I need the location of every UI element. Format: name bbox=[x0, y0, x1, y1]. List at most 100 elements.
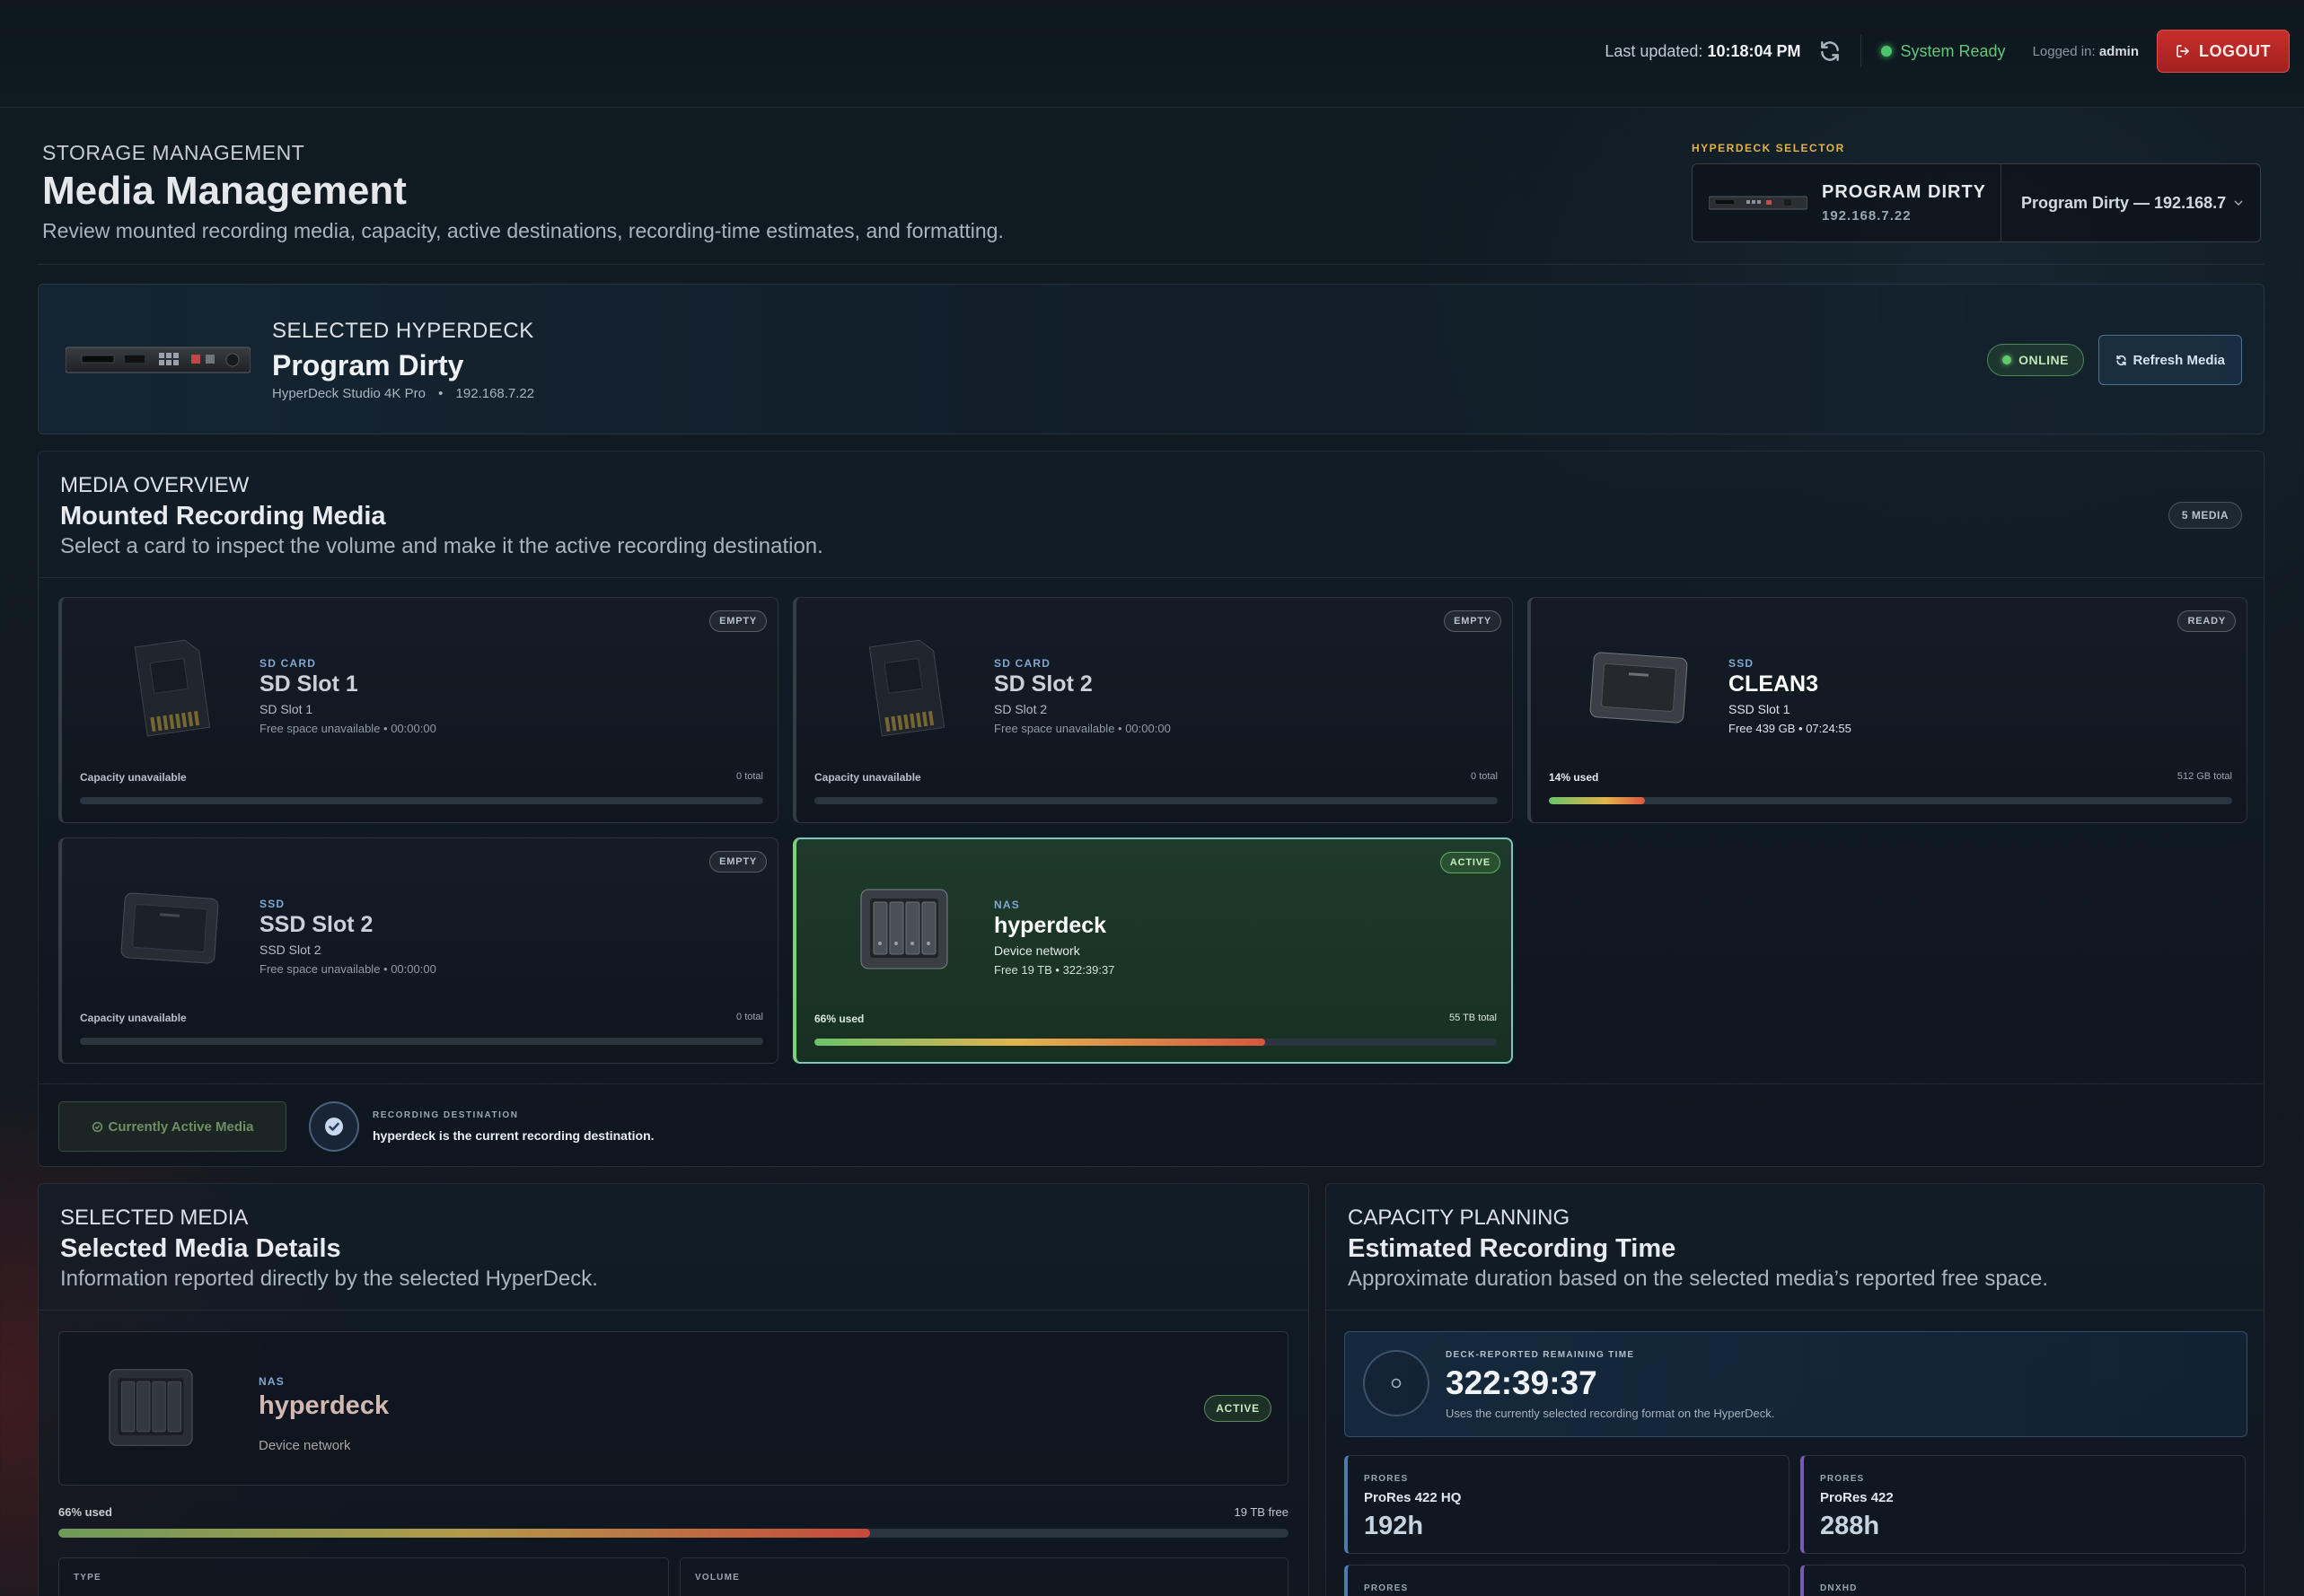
selected-media-free: 19 TB free bbox=[1234, 1505, 1288, 1519]
media-type-label: TYPE bbox=[74, 1573, 101, 1583]
media-free-space: Free 439 GB • 07:24:55 bbox=[1728, 722, 1851, 735]
media-usage-bar bbox=[814, 1039, 1497, 1046]
selected-hyperdeck-model: HyperDeck Studio 4K Pro bbox=[272, 386, 426, 401]
media-card-ssd-slot-2[interactable]: EMPTY SSD SSD Slot 2 SSD Slot 2 Free spa… bbox=[58, 837, 778, 1064]
hyperdeck-selector[interactable]: PROGRAM DIRTY 192.168.7.22 Program Dirty… bbox=[1692, 163, 2261, 242]
media-kind: SSD bbox=[259, 898, 286, 910]
page-subtitle: Review mounted recording media, capacity… bbox=[42, 219, 1004, 242]
media-card-clean3[interactable]: READY SSD CLEAN3 SSD Slot 1 Free 439 GB … bbox=[1527, 597, 2247, 823]
selected-media-usage-fill bbox=[58, 1529, 871, 1538]
selected-media-name: hyperdeck bbox=[259, 1391, 390, 1420]
selected-media-eyebrow: SELECTED MEDIA bbox=[60, 1206, 249, 1230]
nas-drive-icon bbox=[106, 1364, 196, 1454]
top-bar-status-group: Last updated: 10:18:04 PM System Ready L… bbox=[1605, 30, 2290, 73]
media-overview-title: Mounted Recording Media bbox=[60, 502, 386, 531]
media-card-sd-slot-2[interactable]: EMPTY SD CARD SD Slot 2 SD Slot 2 Free s… bbox=[793, 597, 1513, 823]
meta-separator: • bbox=[438, 386, 444, 401]
logged-in-info: Logged in: admin bbox=[2032, 43, 2139, 59]
selected-media-usage-bar bbox=[58, 1529, 1288, 1538]
media-total: 0 total bbox=[736, 1012, 763, 1022]
media-free-space: Free space unavailable • 00:00:00 bbox=[259, 722, 436, 735]
check-circle-icon bbox=[92, 1121, 102, 1132]
selected-media-used: 66% used bbox=[58, 1505, 112, 1519]
hyperdeck-selector-ip: 192.168.7.22 bbox=[1822, 208, 1912, 224]
media-capacity-label: Capacity unavailable bbox=[80, 771, 187, 784]
currently-active-media-label: Currently Active Media bbox=[108, 1118, 254, 1135]
media-card-hyperdeck[interactable]: ACTIVE NAS hyperdeck Device network Free… bbox=[793, 837, 1513, 1064]
hyperdeck-select-dropdown[interactable]: Program Dirty — 192.168.7 bbox=[2001, 164, 2260, 241]
format-name: ProRes 422 bbox=[1820, 1490, 1894, 1505]
remaining-time-card: DECK-REPORTED REMAINING TIME 322:39:37 U… bbox=[1344, 1331, 2247, 1437]
hyperdeck-selector-name: PROGRAM DIRTY bbox=[1822, 182, 1986, 202]
recording-destination-text: hyperdeck is the current recording desti… bbox=[373, 1128, 655, 1143]
media-slot: Device network bbox=[994, 943, 1080, 958]
online-dot bbox=[2002, 355, 2012, 364]
media-usage-fill bbox=[1549, 797, 1645, 804]
format-card-dnxhd: DNXHD bbox=[1800, 1565, 2246, 1596]
refresh-media-button[interactable]: Refresh Media bbox=[2098, 335, 2242, 385]
media-usage-fill bbox=[814, 1039, 1265, 1046]
format-duration: 288h bbox=[1820, 1512, 1880, 1540]
hyperdeck-device-image bbox=[66, 346, 251, 373]
ssd-drive-icon bbox=[1576, 625, 1702, 750]
recording-destination-label: RECORDING DESTINATION bbox=[373, 1110, 519, 1120]
capacity-planning-panel: CAPACITY PLANNING Estimated Recording Ti… bbox=[1325, 1183, 2264, 1596]
overview-bottom-divider bbox=[39, 1083, 2264, 1084]
selected-hyperdeck-eyebrow: SELECTED HYPERDECK bbox=[272, 319, 534, 343]
page-title: Media Management bbox=[42, 169, 407, 213]
selected-media-subtitle: Information reported directly by the sel… bbox=[60, 1267, 598, 1291]
media-card-sd-slot-1[interactable]: EMPTY SD CARD SD Slot 1 SD Slot 1 Free s… bbox=[58, 597, 778, 823]
media-count-badge: 5 MEDIA bbox=[2168, 502, 2242, 529]
selected-media-title: Selected Media Details bbox=[60, 1234, 341, 1263]
media-usage-bar bbox=[814, 797, 1498, 804]
media-volume-label: VOLUME bbox=[695, 1573, 740, 1583]
last-updated-time: 10:18:04 PM bbox=[1707, 41, 1801, 60]
system-status-dot bbox=[1880, 46, 1892, 57]
media-usage-bar bbox=[80, 797, 763, 804]
media-name: hyperdeck bbox=[994, 913, 1107, 938]
media-status-badge: EMPTY bbox=[1444, 610, 1501, 632]
media-status-badge: EMPTY bbox=[709, 851, 767, 873]
refresh-icon[interactable] bbox=[1817, 39, 1842, 64]
media-capacity-label: Capacity unavailable bbox=[814, 771, 921, 784]
media-total: 512 GB total bbox=[2176, 771, 2232, 782]
media-name: SD Slot 1 bbox=[259, 671, 358, 697]
overview-divider bbox=[39, 577, 2264, 578]
media-total: 0 total bbox=[736, 771, 763, 782]
timer-icon bbox=[1363, 1350, 1429, 1416]
media-kind: NAS bbox=[994, 899, 1020, 911]
media-overview-panel: MEDIA OVERVIEW Mounted Recording Media S… bbox=[38, 451, 2264, 1167]
media-slot: SD Slot 1 bbox=[259, 702, 313, 716]
format-card-prores-422-hq: PRORES ProRes 422 HQ 192h bbox=[1344, 1455, 1790, 1554]
chevron-down-icon bbox=[2234, 200, 2243, 206]
remaining-time-sub: Uses the currently selected recording fo… bbox=[1446, 1407, 1775, 1420]
media-volume-field: VOLUME bbox=[680, 1557, 1288, 1596]
nas-drive-icon bbox=[841, 866, 967, 992]
format-kind: DNXHD bbox=[1820, 1583, 1858, 1593]
divider bbox=[1860, 35, 1861, 67]
page-eyebrow: STORAGE MANAGEMENT bbox=[42, 141, 305, 164]
hyperdeck-device-icon bbox=[1709, 196, 1807, 210]
currently-active-media-button[interactable]: Currently Active Media bbox=[58, 1101, 286, 1152]
header-divider bbox=[38, 264, 2264, 265]
media-usage-bar bbox=[80, 1038, 763, 1045]
media-name: SD Slot 2 bbox=[994, 671, 1093, 697]
last-updated: Last updated: 10:18:04 PM bbox=[1605, 41, 1801, 60]
logout-button[interactable]: LOGOUT bbox=[2157, 30, 2290, 73]
selected-hyperdeck-meta: HyperDeck Studio 4K Pro • 192.168.7.22 bbox=[272, 386, 534, 401]
logged-in-user: admin bbox=[2098, 43, 2139, 59]
format-card-prores-422: PRORES ProRes 422 288h bbox=[1800, 1455, 2246, 1554]
media-status-badge: ACTIVE bbox=[1439, 852, 1500, 873]
media-kind: SD CARD bbox=[994, 657, 1051, 670]
top-bar: Last updated: 10:18:04 PM System Ready L… bbox=[0, 0, 2304, 108]
hyperdeck-selector-label: HYPERDECK SELECTOR bbox=[1692, 142, 1845, 154]
format-card-prores: PRORES bbox=[1344, 1565, 1790, 1596]
media-free-space: Free space unavailable • 00:00:00 bbox=[259, 962, 436, 976]
format-duration: 192h bbox=[1364, 1512, 1424, 1540]
media-capacity-label: 14% used bbox=[1549, 771, 1599, 784]
media-total: 0 total bbox=[1471, 771, 1498, 782]
selected-media-divider bbox=[39, 1310, 1308, 1311]
selected-hyperdeck-name: Program Dirty bbox=[272, 349, 464, 381]
remaining-time-label: DECK-REPORTED REMAINING TIME bbox=[1446, 1350, 1635, 1360]
selected-hyperdeck-ip: 192.168.7.22 bbox=[455, 386, 535, 401]
